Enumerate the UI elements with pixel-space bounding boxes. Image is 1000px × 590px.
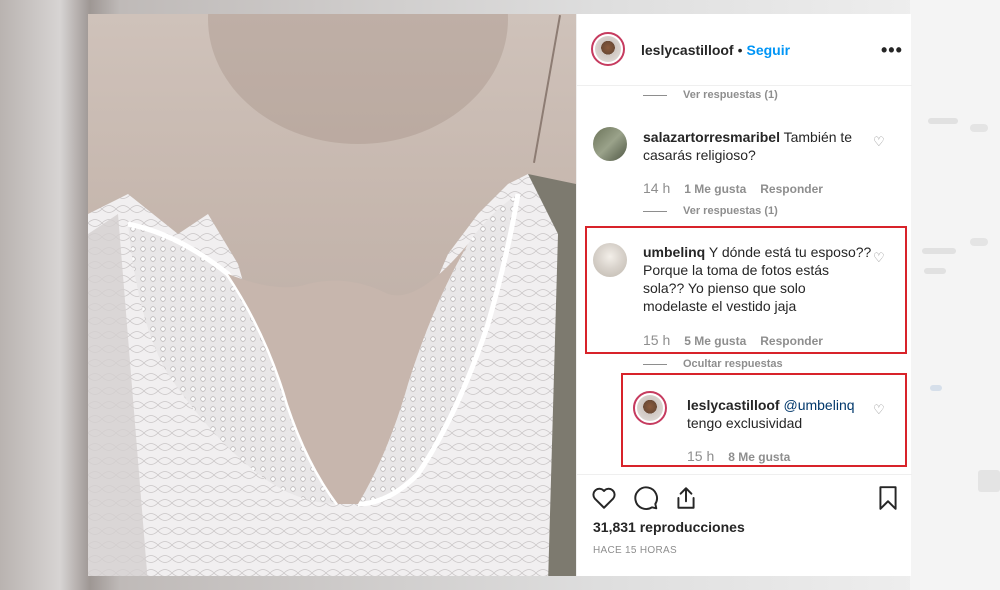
- view-count[interactable]: 31,831 reproducciones: [593, 519, 745, 535]
- view-replies-button[interactable]: Ver respuestas (1): [643, 205, 778, 217]
- background-blur-dot: [978, 470, 1000, 492]
- comment-text-block: salazartorresmaribel También te casarás …: [643, 128, 873, 164]
- highlight-box-comment: [585, 226, 907, 354]
- dress-strap: [532, 14, 562, 164]
- view-replies-button[interactable]: Ver respuestas (1): [643, 89, 778, 101]
- background-blur-line: [924, 268, 946, 274]
- post-timestamp: HACE 15 HORAS: [593, 545, 677, 556]
- author-avatar[interactable]: [591, 32, 625, 66]
- background-blur-line: [928, 118, 958, 124]
- like-heart-icon[interactable]: [591, 485, 617, 511]
- avatar-image: [595, 36, 621, 62]
- background-blur-line: [922, 248, 956, 254]
- comment-time[interactable]: 14 h: [643, 180, 670, 196]
- author-username[interactable]: leslycastilloof: [641, 42, 734, 58]
- save-bookmark-icon[interactable]: [875, 485, 901, 511]
- reply-button[interactable]: Responder: [760, 182, 823, 196]
- post-header: leslycastilloof • Seguir •••: [577, 14, 912, 86]
- post-photo[interactable]: [88, 14, 576, 576]
- post-actions-bar: 31,831 reproducciones HACE 15 HORAS: [577, 474, 912, 576]
- share-icon[interactable]: [673, 485, 699, 511]
- lace-dress: [88, 174, 576, 576]
- comment-bubble-icon[interactable]: [633, 485, 659, 511]
- comment-meta: 14 h 1 Me gusta Responder: [643, 180, 823, 196]
- background-blur-dot: [970, 238, 988, 246]
- divider-dash: [643, 94, 667, 96]
- divider-dash: [643, 363, 667, 365]
- highlight-box-reply: [621, 373, 907, 467]
- more-options-icon[interactable]: •••: [881, 40, 903, 61]
- hide-replies-label: Ocultar respuestas: [683, 358, 783, 370]
- view-replies-label: Ver respuestas (1): [683, 89, 778, 101]
- commenter-avatar[interactable]: [593, 127, 627, 161]
- like-comment-heart-icon[interactable]: ♡: [873, 134, 885, 150]
- background-blur-dot: [970, 124, 988, 132]
- author-line: leslycastilloof • Seguir: [641, 42, 790, 58]
- blurred-background-right: [910, 0, 1000, 590]
- background-blur-line: [930, 385, 942, 391]
- view-replies-label: Ver respuestas (1): [683, 205, 778, 217]
- hide-replies-button[interactable]: Ocultar respuestas: [643, 358, 783, 370]
- photo-shadow: [208, 14, 508, 144]
- comment-username[interactable]: salazartorresmaribel: [643, 129, 780, 145]
- separator-dot: •: [737, 42, 743, 58]
- follow-button[interactable]: Seguir: [747, 42, 791, 58]
- comment-likes[interactable]: 1 Me gusta: [684, 182, 746, 196]
- divider-dash: [643, 210, 667, 212]
